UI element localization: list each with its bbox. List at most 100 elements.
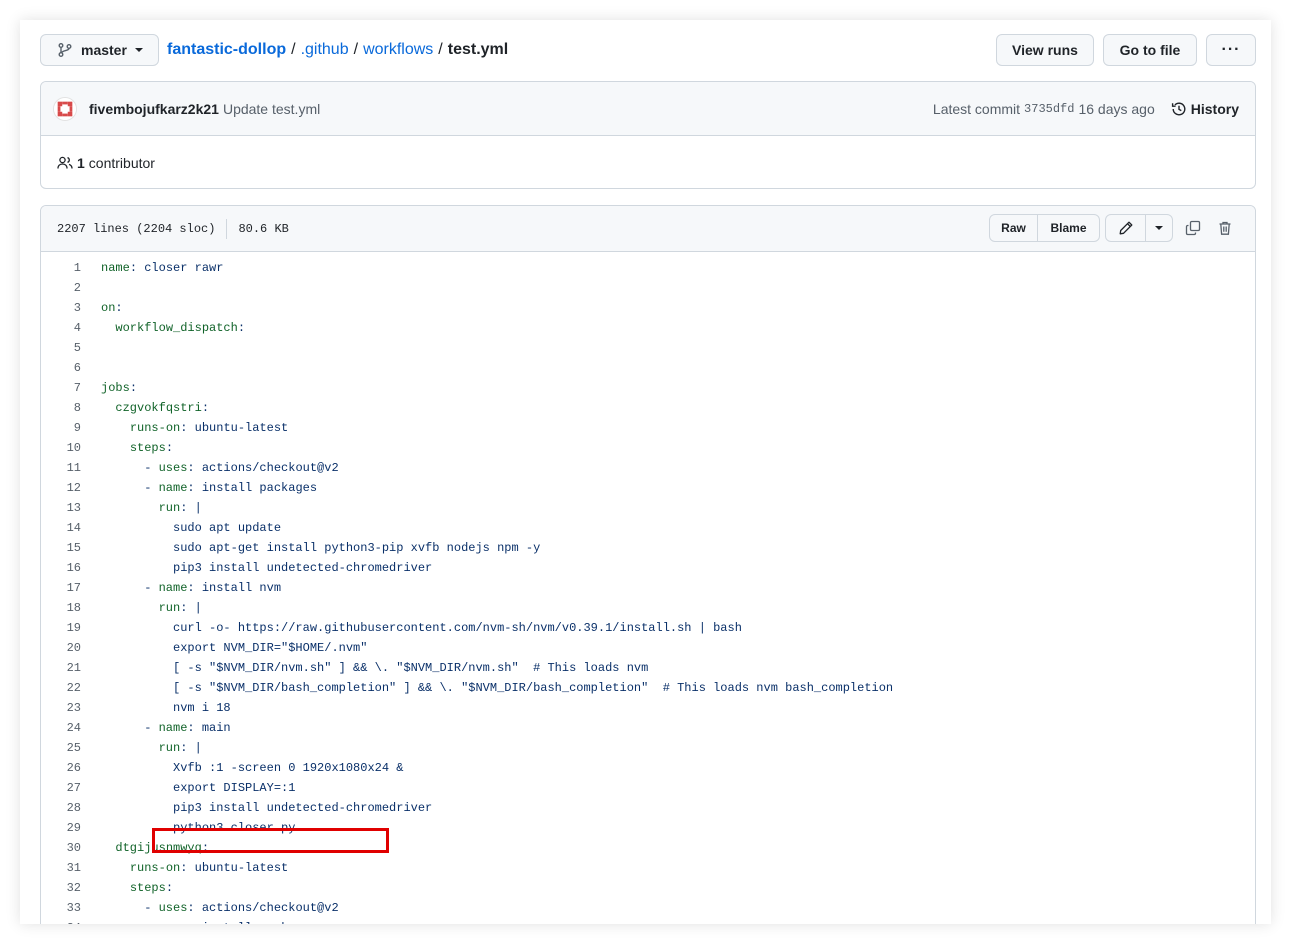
breadcrumb-workflows-dir-link[interactable]: workflows	[363, 41, 433, 59]
line-number[interactable]: 5	[41, 338, 81, 358]
copy-button[interactable]	[1177, 214, 1209, 242]
branch-selector-button[interactable]: master	[40, 34, 159, 66]
contributors-row[interactable]: 1 contributor	[41, 136, 1255, 188]
file-size: 80.6 KB	[238, 221, 289, 236]
line-number[interactable]: 22	[41, 678, 81, 698]
edit-dropdown-button[interactable]	[1146, 215, 1172, 241]
line-number[interactable]: 31	[41, 858, 81, 878]
code-line: 28 pip3 install undetected-chromedriver	[41, 798, 1255, 818]
breadcrumb-separator: /	[353, 41, 359, 58]
code-line: 25 run: |	[41, 738, 1255, 758]
line-number[interactable]: 27	[41, 778, 81, 798]
yaml-key: run	[158, 601, 181, 615]
yaml-key: on	[101, 301, 116, 315]
line-content: run: |	[158, 741, 202, 755]
line-number[interactable]: 3	[41, 298, 81, 318]
commit-sha-link[interactable]: 3735dfd	[1024, 102, 1074, 116]
line-number[interactable]: 16	[41, 558, 81, 578]
blame-button[interactable]: Blame	[1038, 215, 1099, 241]
line-content: [ -s "$NVM_DIR/bash_completion" ] && \. …	[173, 681, 894, 695]
line-content: python3 closer.py	[173, 821, 296, 835]
line-number[interactable]: 15	[41, 538, 81, 558]
code-line: 20 export NVM_DIR="$HOME/.nvm"	[41, 638, 1255, 658]
code-line: 31 runs-on: ubuntu-latest	[41, 858, 1255, 878]
commit-row: fivembojufkarz2k21 Update test.yml Lates…	[41, 82, 1255, 136]
yaml-key: dtgijusnmwyq	[115, 841, 202, 855]
line-number[interactable]: 24	[41, 718, 81, 738]
contributor-count: 1	[77, 154, 85, 171]
line-content: czgvokfqstri:	[115, 401, 210, 415]
line-number[interactable]: 12	[41, 478, 81, 498]
raw-button[interactable]: Raw	[990, 215, 1038, 241]
people-icon	[57, 156, 73, 169]
code-line: 34 - name: install packages	[41, 918, 1255, 924]
line-number[interactable]: 30	[41, 838, 81, 858]
line-content: sudo apt-get install python3-pip xvfb no…	[173, 541, 541, 555]
line-number[interactable]: 32	[41, 878, 81, 898]
line-number[interactable]: 21	[41, 658, 81, 678]
commit-message-link[interactable]: Update test.yml	[223, 101, 320, 117]
git-branch-icon	[58, 43, 72, 57]
breadcrumb-repo-link[interactable]: fantastic-dollop	[167, 41, 286, 59]
line-number[interactable]: 23	[41, 698, 81, 718]
code-line: 9 runs-on: ubuntu-latest	[41, 418, 1255, 438]
line-number[interactable]: 33	[41, 898, 81, 918]
line-content: workflow_dispatch:	[115, 321, 246, 335]
line-number[interactable]: 26	[41, 758, 81, 778]
go-to-file-button[interactable]: Go to file	[1103, 34, 1197, 66]
code-line: 26 Xvfb :1 -screen 0 1920x1080x24 &	[41, 758, 1255, 778]
commit-author-link[interactable]: fivembojufkarz2k21	[89, 101, 219, 117]
code-line: 23 nvm i 18	[41, 698, 1255, 718]
line-number[interactable]: 1	[41, 258, 81, 278]
line-number[interactable]: 34	[41, 918, 81, 924]
line-content: - name: main	[101, 721, 231, 735]
file-line-count: 2207 lines (2204 sloc)	[57, 221, 216, 236]
line-number[interactable]: 19	[41, 618, 81, 638]
line-number[interactable]: 7	[41, 378, 81, 398]
yaml-key: run	[158, 501, 181, 515]
delete-button[interactable]	[1209, 214, 1241, 242]
line-content: runs-on: ubuntu-latest	[129, 421, 289, 435]
code-line: 16 pip3 install undetected-chromedriver	[41, 558, 1255, 578]
pencil-icon	[1119, 221, 1132, 235]
header-divider	[226, 218, 228, 239]
breadcrumb-github-dir-link[interactable]: .github	[301, 41, 349, 59]
line-content: [ -s "$NVM_DIR/nvm.sh" ] && \. "$NVM_DIR…	[173, 661, 649, 675]
breadcrumb-separator: /	[291, 41, 296, 58]
line-content: runs-on: ubuntu-latest	[129, 861, 289, 875]
line-number[interactable]: 18	[41, 598, 81, 618]
line-number[interactable]: 4	[41, 318, 81, 338]
line-number[interactable]: 17	[41, 578, 81, 598]
history-link[interactable]: History	[1171, 101, 1239, 117]
line-number[interactable]: 11	[41, 458, 81, 478]
line-number[interactable]: 13	[41, 498, 81, 518]
code-line: 3 on:	[41, 298, 1255, 318]
line-number[interactable]: 28	[41, 798, 81, 818]
line-number[interactable]: 29	[41, 818, 81, 838]
code-line: 14 sudo apt update	[41, 518, 1255, 538]
code-line: 30 dtgijusnmwyq:	[41, 838, 1255, 858]
yaml-key: uses	[158, 901, 188, 915]
line-number[interactable]: 20	[41, 638, 81, 658]
yaml-key: name	[159, 921, 188, 924]
line-number[interactable]: 2	[41, 278, 81, 298]
view-runs-button[interactable]: View runs	[996, 34, 1094, 66]
code-line: 8 czgvokfqstri:	[41, 398, 1255, 418]
yaml-key: workflow_dispatch	[115, 321, 238, 335]
line-content: on:	[101, 301, 123, 315]
line-number[interactable]: 8	[41, 398, 81, 418]
history-icon	[1171, 102, 1186, 116]
code-line: 17 - name: install nvm	[41, 578, 1255, 598]
history-label: History	[1190, 101, 1239, 117]
line-number[interactable]: 25	[41, 738, 81, 758]
avatar[interactable]	[53, 96, 77, 121]
line-number[interactable]: 10	[41, 438, 81, 458]
more-options-button[interactable]: ···	[1206, 34, 1256, 66]
edit-file-button[interactable]	[1106, 215, 1146, 241]
line-content: run: |	[158, 501, 202, 515]
line-number[interactable]: 6	[41, 358, 81, 378]
line-number[interactable]: 9	[41, 418, 81, 438]
line-content: export NVM_DIR="$HOME/.nvm"	[173, 641, 368, 655]
line-number[interactable]: 14	[41, 518, 81, 538]
line-content: - name: install packages	[101, 918, 317, 924]
